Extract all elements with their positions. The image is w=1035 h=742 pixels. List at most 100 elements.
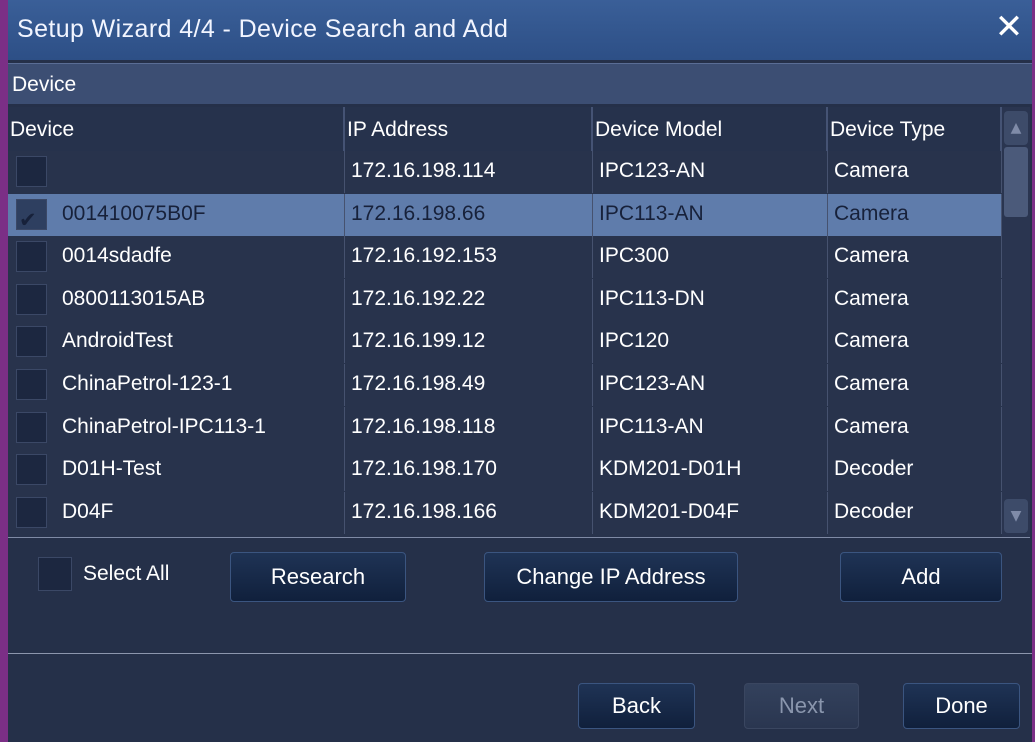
device-name-cell	[8, 151, 345, 193]
row-checkbox[interactable]	[16, 454, 47, 486]
device-name-cell: 0800113015AB	[8, 278, 345, 321]
ip-address-cell: 172.16.198.170	[345, 449, 593, 492]
device-type-text: Camera	[834, 159, 909, 182]
scrollbar-thumb[interactable]	[1004, 147, 1028, 217]
table-row[interactable]: ChinaPetrol-IPC113-1 172.16.198.118 IPC113…	[8, 406, 1002, 449]
device-name-cell: D04F	[8, 491, 345, 534]
chevron-down-icon[interactable]: ▼	[1004, 499, 1028, 533]
device-model-cell: IPC113-AN	[593, 193, 828, 236]
device-name-cell: ChinaPetrol-IPC113-1	[8, 406, 345, 449]
table-row[interactable]: D01H-Test 172.16.198.170 KDM201-D01H Decode…	[8, 449, 1002, 492]
device-name-text: ChinaPetrol-IPC113-1	[62, 414, 266, 438]
device-name-text: D01H-Test	[62, 457, 162, 481]
device-model-cell: KDM201-D01H	[593, 449, 828, 492]
column-header-device-type[interactable]: Device Type	[828, 107, 1002, 151]
back-button[interactable]: Back	[578, 683, 695, 729]
vertical-scrollbar[interactable]: ▲ ▼	[1002, 107, 1030, 537]
select-all-checkbox[interactable]	[38, 557, 72, 591]
table-row[interactable]: 0014sdadfe 172.16.192.153 IPC300 Camera	[8, 236, 1002, 279]
device-model-cell: IPC123-AN	[593, 151, 828, 193]
ip-address-cell: 172.16.198.118	[345, 406, 593, 449]
row-checkbox[interactable]	[16, 156, 47, 187]
row-checkbox[interactable]	[16, 496, 47, 528]
device-model-cell: KDM201-D04F	[593, 491, 828, 534]
row-checkbox[interactable]	[16, 283, 47, 315]
column-header-device[interactable]: Device	[8, 107, 345, 151]
device-type-text: Camera	[834, 244, 909, 268]
ip-address-text: 172.16.198.66	[351, 201, 486, 225]
device-model-text: IPC123-AN	[599, 159, 706, 182]
device-name-cell: ChinaPetrol-123-1	[8, 364, 345, 406]
device-type-text: Camera	[834, 372, 909, 395]
device-name-cell: 0014sdadfe	[8, 236, 345, 279]
ip-address-text: 172.16.198.114	[351, 159, 496, 182]
device-model-text: IPC120	[599, 329, 670, 353]
device-type-cell: Camera	[828, 321, 1002, 364]
ip-address-cell: 172.16.192.22	[345, 278, 593, 321]
footer-divider	[8, 653, 1032, 654]
ip-address-cell: 172.16.198.49	[345, 364, 593, 406]
select-all-label: Select All	[83, 562, 170, 585]
research-button[interactable]: Research	[230, 552, 406, 602]
ip-address-text: 172.16.198.118	[351, 414, 496, 438]
device-model-text: IPC300	[599, 244, 670, 268]
ip-address-cell: 172.16.199.12	[345, 321, 593, 364]
device-model-text: IPC113-DN	[599, 286, 705, 310]
device-type-cell: Camera	[828, 193, 1002, 236]
table-row[interactable]: ✔ 001410075B0F 172.16.198.66 IPC113-AN Camer…	[8, 193, 1002, 236]
device-name-text: AndroidTest	[62, 329, 173, 353]
window-title: Setup Wizard 4/4 - Device Search and Add	[17, 15, 509, 43]
row-checkbox[interactable]	[16, 369, 47, 400]
device-type-cell: Camera	[828, 406, 1002, 449]
device-model-cell: IPC113-AN	[593, 406, 828, 449]
device-section-header: Device	[8, 63, 1032, 104]
device-name-text: 0800113015AB	[62, 286, 206, 310]
ip-address-text: 172.16.198.49	[351, 372, 486, 395]
device-name-cell: AndroidTest	[8, 321, 345, 364]
device-type-text: Camera	[834, 329, 909, 353]
column-header-ip-address[interactable]: IP Address	[345, 107, 593, 151]
chevron-up-icon[interactable]: ▲	[1004, 111, 1028, 145]
device-table: Device IP Address Device Model Device Ty…	[8, 107, 1030, 538]
next-button[interactable]: Next	[744, 683, 859, 729]
device-type-cell: Camera	[828, 236, 1002, 279]
ip-address-cell: 172.16.192.153	[345, 236, 593, 279]
ip-address-text: 172.16.198.170	[351, 457, 497, 481]
device-name-cell: ✔ 001410075B0F	[8, 193, 345, 236]
device-type-text: Camera	[834, 286, 909, 310]
device-model-text: KDM201-D04F	[599, 499, 740, 523]
close-icon[interactable]: ✕	[992, 10, 1026, 44]
device-name-text: 0014sdadfe	[62, 244, 172, 268]
device-type-text: Camera	[834, 414, 909, 438]
device-model-text: IPC113-AN	[599, 201, 704, 225]
device-name-cell: D01H-Test	[8, 449, 345, 492]
device-model-cell: IPC123-AN	[593, 364, 828, 406]
device-type-cell: Camera	[828, 151, 1002, 193]
done-button[interactable]: Done	[903, 683, 1020, 729]
row-checkbox[interactable]	[16, 326, 47, 358]
column-header-device-model[interactable]: Device Model	[593, 107, 828, 151]
device-type-text: Decoder	[834, 499, 914, 523]
device-type-cell: Decoder	[828, 491, 1002, 534]
ip-address-text: 172.16.192.153	[351, 244, 497, 268]
row-checkbox[interactable]: ✔	[16, 198, 47, 232]
ip-address-cell: 172.16.198.66	[345, 193, 593, 236]
ip-address-cell: 172.16.198.166	[345, 491, 593, 534]
add-button[interactable]: Add	[840, 552, 1002, 602]
table-row[interactable]: AndroidTest 172.16.199.12 IPC120 Camera	[8, 321, 1002, 364]
table-row[interactable]: 172.16.198.114 IPC123-AN Camera	[8, 151, 1002, 193]
row-checkbox[interactable]	[16, 241, 47, 273]
table-row[interactable]: ChinaPetrol-123-1 172.16.198.49 IPC123-AN C…	[8, 364, 1002, 406]
device-name-text: D04F	[62, 499, 114, 523]
device-model-text: IPC123-AN	[599, 372, 706, 395]
ip-address-cell: 172.16.198.114	[345, 151, 593, 193]
change-ip-address-button[interactable]: Change IP Address	[484, 552, 738, 602]
device-type-cell: Camera	[828, 364, 1002, 406]
title-bar: Setup Wizard 4/4 - Device Search and Add…	[8, 0, 1032, 60]
table-row[interactable]: D04F 172.16.198.166 KDM201-D04F Decoder	[8, 491, 1002, 534]
row-checkbox[interactable]	[16, 411, 47, 443]
section-label: Device	[12, 73, 77, 96]
device-type-text: Decoder	[834, 457, 914, 481]
device-type-cell: Decoder	[828, 449, 1002, 492]
table-row[interactable]: 0800113015AB 172.16.192.22 IPC113-DN Camera	[8, 278, 1002, 321]
